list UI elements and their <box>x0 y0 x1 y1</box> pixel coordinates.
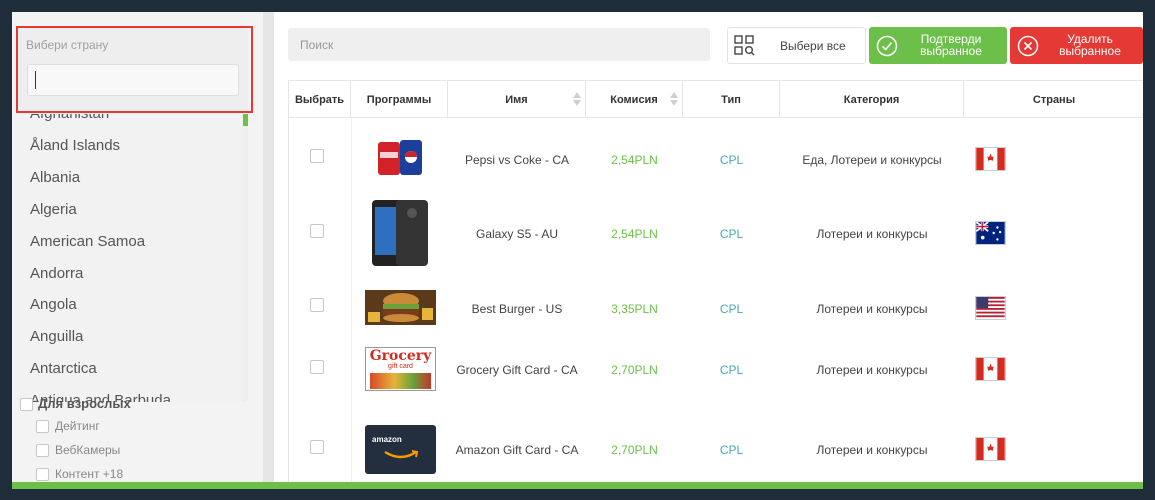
canada-flag-icon <box>975 437 1006 461</box>
table-row[interactable]: amazon Amazon Gift Card - CA 2,70PLN CPL… <box>289 408 1143 488</box>
subcategory-item[interactable]: Контент +18 <box>36 467 124 482</box>
column-header-countries: Страны <box>1032 93 1076 106</box>
amazon-card-thumbnail: amazon <box>365 425 436 474</box>
offer-name: Pepsi vs Coke - CA <box>464 153 570 167</box>
offer-commission: 2,70PLN <box>611 443 658 457</box>
subcategory-label: Дейтинг <box>55 419 100 433</box>
select-all-button[interactable]: Выбери все <box>727 27 866 64</box>
offer-commission: 2,54PLN <box>611 153 658 167</box>
row-checkbox[interactable] <box>310 440 324 454</box>
row-checkbox[interactable] <box>310 360 324 374</box>
grid-select-icon <box>734 35 755 56</box>
category-checkbox[interactable] <box>20 398 33 411</box>
subcategory-item[interactable]: ВебКамеры <box>36 443 121 458</box>
bottom-accent-bar <box>12 482 1143 489</box>
check-circle-icon <box>876 35 898 57</box>
sidebar-divider <box>263 12 274 482</box>
burger-thumbnail <box>365 290 436 325</box>
offer-category: Лотереи и конкурсы <box>816 302 928 316</box>
offer-name: Grocery Gift Card - CA <box>456 363 578 377</box>
australia-flag-icon <box>975 221 1006 245</box>
country-option[interactable]: Afghanistan <box>30 114 109 122</box>
offer-commission: 2,70PLN <box>611 363 658 377</box>
table-row[interactable]: Best Burger - US 3,35PLN CPL Лотереи и к… <box>289 276 1143 328</box>
offer-category: Лотереи и конкурсы <box>816 227 928 241</box>
grocery-card-subtitle: gift card <box>388 363 413 370</box>
country-selector-label: Вибери страну <box>26 38 109 52</box>
grocery-card-title: Grocery <box>369 348 432 364</box>
country-option[interactable]: Andorra <box>30 265 83 282</box>
subcategory-label: ВебКамеры <box>55 443 121 457</box>
subcategory-item[interactable]: Дейтинг <box>36 419 100 434</box>
country-option[interactable]: Algeria <box>30 201 77 218</box>
column-header-select: Выбрать <box>289 81 351 118</box>
phone-thumbnail <box>372 200 428 266</box>
category-label: Для взрослых <box>38 396 131 411</box>
subcategory-checkbox[interactable] <box>36 420 49 434</box>
column-header-name-label: Имя <box>505 93 528 106</box>
offer-commission: 2,54PLN <box>611 227 658 241</box>
delete-selected-button[interactable]: Удалить выбранное <box>1010 27 1143 64</box>
category-adult[interactable]: Для взрослых <box>20 396 131 411</box>
country-list[interactable]: Afghanistan Åland Islands Albania Algeri… <box>17 114 243 402</box>
offer-type: CPL <box>719 227 744 241</box>
offer-name: Best Burger - US <box>471 302 563 316</box>
offer-search-input[interactable] <box>288 28 710 61</box>
canada-flag-icon <box>975 147 1006 171</box>
row-checkbox[interactable] <box>310 149 324 163</box>
offer-type: CPL <box>719 153 744 167</box>
text-caret <box>35 71 36 89</box>
table-row[interactable]: Grocery gift card Grocery Gift Card - CA… <box>289 328 1143 408</box>
row-checkbox[interactable] <box>310 224 324 238</box>
usa-flag-icon <box>975 296 1006 320</box>
offers-table: Выбрать Программы Имя Комисия Тип Катего… <box>288 80 1143 488</box>
column-header-type: Тип <box>683 81 780 118</box>
country-search-input[interactable] <box>27 64 239 96</box>
confirm-selected-label: Подтверди выбранное <box>899 33 1003 57</box>
offer-name: Galaxy S5 - AU <box>475 227 559 241</box>
filter-sidebar: Afghanistan Åland Islands Albania Algeri… <box>12 12 274 482</box>
app-window: Afghanistan Åland Islands Albania Algeri… <box>12 12 1143 488</box>
column-header-commission[interactable]: Комисия <box>586 81 683 118</box>
table-header: Выбрать Программы Имя Комисия Тип Катего… <box>289 80 1143 118</box>
column-divider <box>351 118 352 488</box>
canada-flag-icon <box>975 357 1006 381</box>
offer-type: CPL <box>719 363 744 377</box>
country-option[interactable]: Åland Islands <box>30 137 120 154</box>
confirm-selected-button[interactable]: Подтверди выбранное <box>869 27 1007 64</box>
table-row[interactable]: Galaxy S5 - AU 2,54PLN CPL Лотереи и кон… <box>289 196 1143 276</box>
table-row[interactable]: Pepsi vs Coke - CA 2,54PLN CPL Еда, Лоте… <box>289 118 1143 178</box>
grocery-card-thumbnail: Grocery gift card <box>365 347 436 391</box>
offer-name: Amazon Gift Card - CA <box>455 443 579 457</box>
cola-cans-thumbnail <box>378 140 422 175</box>
close-circle-icon <box>1017 35 1039 57</box>
country-option[interactable]: Antarctica <box>30 360 97 377</box>
column-header-programs: Программы <box>351 81 448 118</box>
confirm-label-line2: выбранное <box>920 44 982 58</box>
subcategory-label: Контент +18 <box>55 467 124 481</box>
offer-category: Лотереи и конкурсы <box>816 443 928 457</box>
subcategory-checkbox[interactable] <box>36 468 49 482</box>
offer-type: CPL <box>719 443 744 457</box>
offer-category: Еда, Лотереи и конкурсы <box>802 153 942 167</box>
country-list-scrollbar[interactable] <box>243 114 248 126</box>
row-checkbox[interactable] <box>310 298 324 312</box>
column-header-category: Категория <box>780 81 964 118</box>
country-option[interactable]: American Samoa <box>30 233 145 250</box>
column-header-name[interactable]: Имя <box>448 81 586 118</box>
amazon-smile-icon <box>384 450 419 459</box>
subcategory-checkbox[interactable] <box>36 444 49 458</box>
delete-selected-label: Удалить выбранное <box>1040 33 1140 57</box>
produce-image <box>370 373 431 389</box>
country-option[interactable]: Anguilla <box>30 328 83 345</box>
select-all-label: Выбери все <box>780 39 846 53</box>
amazon-card-title: amazon <box>372 435 402 444</box>
offer-type: CPL <box>719 302 744 316</box>
offer-commission: 3,35PLN <box>611 302 658 316</box>
offer-category: Лотереи и конкурсы <box>816 363 928 377</box>
column-header-commission-label: Комисия <box>610 93 658 106</box>
country-option[interactable]: Albania <box>30 169 80 186</box>
country-option[interactable]: Angola <box>30 296 77 313</box>
delete-label-line2: выбранное <box>1059 44 1121 58</box>
